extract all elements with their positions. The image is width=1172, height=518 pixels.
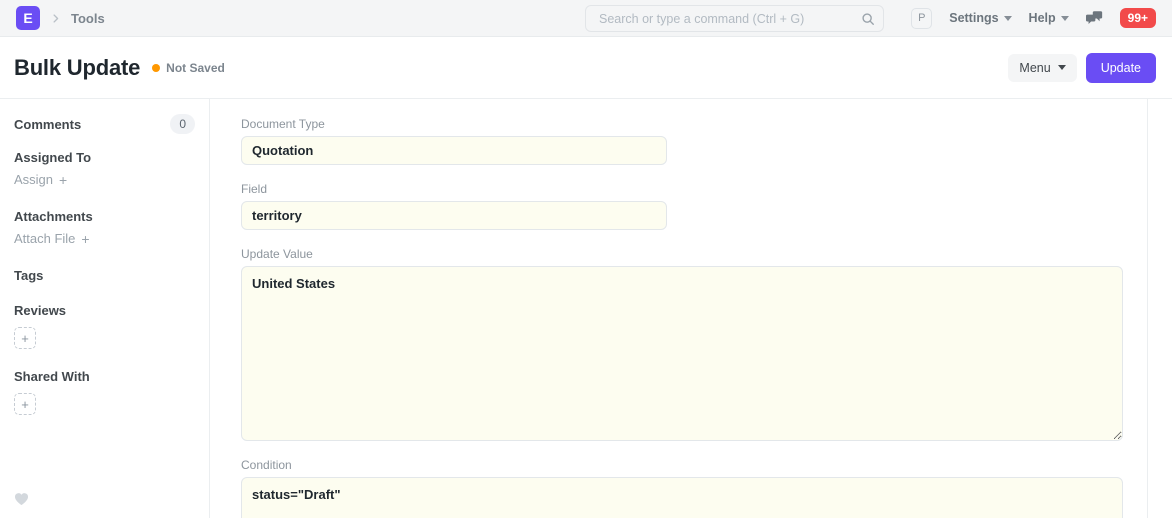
field-condition: Condition — [241, 458, 1123, 518]
page-actions: Menu Update — [1008, 53, 1156, 83]
comments-label: Comments — [14, 117, 81, 132]
menu-button[interactable]: Menu — [1008, 54, 1076, 82]
condition-textarea[interactable] — [241, 477, 1123, 518]
sidebar: Comments 0 Assigned To Assign + Attachme… — [0, 99, 210, 518]
field-update-value: Update Value — [241, 247, 1123, 441]
plus-icon: + — [59, 173, 67, 187]
page-title: Bulk Update — [14, 55, 140, 81]
chevron-down-icon — [1004, 16, 1012, 21]
shared-with-label: Shared With — [14, 369, 195, 384]
update-value-textarea[interactable] — [241, 266, 1123, 441]
help-menu[interactable]: Help — [1029, 11, 1069, 25]
reviews-label: Reviews — [14, 303, 195, 318]
assign-label: Assign — [14, 172, 53, 187]
attach-file-label: Attach File — [14, 231, 75, 246]
field-name-input[interactable] — [241, 201, 667, 230]
global-search — [585, 5, 884, 32]
chevron-down-icon — [1058, 65, 1066, 70]
menu-button-label: Menu — [1019, 61, 1050, 75]
notification-badge[interactable]: 99+ — [1120, 8, 1156, 28]
chevron-down-icon — [1061, 16, 1069, 21]
attachments-label: Attachments — [14, 209, 195, 224]
help-label: Help — [1029, 11, 1056, 25]
settings-menu[interactable]: Settings — [949, 11, 1011, 25]
sidebar-section-attachments: Attachments Attach File + — [14, 209, 195, 248]
chevron-right-icon — [50, 13, 61, 24]
user-avatar[interactable]: P — [911, 8, 932, 29]
assign-button[interactable]: Assign + — [14, 172, 67, 187]
sidebar-section-reviews: Reviews + — [14, 303, 195, 349]
tags-label[interactable]: Tags — [14, 268, 195, 283]
document-type-input[interactable] — [241, 136, 667, 165]
navbar-right-group: P Settings Help 99+ — [911, 8, 1156, 29]
update-button[interactable]: Update — [1086, 53, 1156, 83]
search-input[interactable] — [597, 11, 861, 27]
add-review-button[interactable]: + — [14, 327, 36, 349]
status-dot-icon — [152, 64, 160, 72]
search-box[interactable] — [585, 5, 884, 32]
navbar-left-group: E Tools — [16, 6, 105, 30]
comments-icon[interactable] — [1086, 11, 1103, 26]
status-label: Not Saved — [166, 61, 225, 75]
add-shared-user-button[interactable]: + — [14, 393, 36, 415]
app-logo[interactable]: E — [16, 6, 40, 30]
field-label: Field — [241, 182, 1123, 196]
heart-icon[interactable] — [14, 492, 29, 510]
field-field: Field — [241, 182, 1123, 230]
assigned-to-label: Assigned To — [14, 150, 195, 165]
sidebar-section-tags: Tags — [14, 268, 195, 283]
page-body: Comments 0 Assigned To Assign + Attachme… — [0, 99, 1172, 518]
field-label: Document Type — [241, 117, 1123, 131]
top-navbar: E Tools P Settings Help 99+ — [0, 0, 1172, 37]
breadcrumb-tools[interactable]: Tools — [71, 11, 105, 26]
comments-row[interactable]: Comments 0 — [14, 114, 195, 134]
page-header: Bulk Update Not Saved Menu Update — [0, 37, 1172, 99]
field-label: Condition — [241, 458, 1123, 472]
sidebar-section-shared-with: Shared With + — [14, 369, 195, 415]
status-badge[interactable]: Not Saved — [152, 61, 225, 75]
plus-icon: + — [81, 232, 89, 246]
attach-file-button[interactable]: Attach File + — [14, 231, 90, 246]
comments-count-badge: 0 — [170, 114, 195, 134]
settings-label: Settings — [949, 11, 998, 25]
sidebar-section-comments: Comments 0 — [14, 114, 195, 134]
field-document-type: Document Type — [241, 117, 1123, 165]
search-icon[interactable] — [861, 12, 875, 26]
form-content: Document Type Field Update Value Conditi… — [210, 99, 1148, 518]
sidebar-section-assigned-to: Assigned To Assign + — [14, 150, 195, 189]
field-label: Update Value — [241, 247, 1123, 261]
